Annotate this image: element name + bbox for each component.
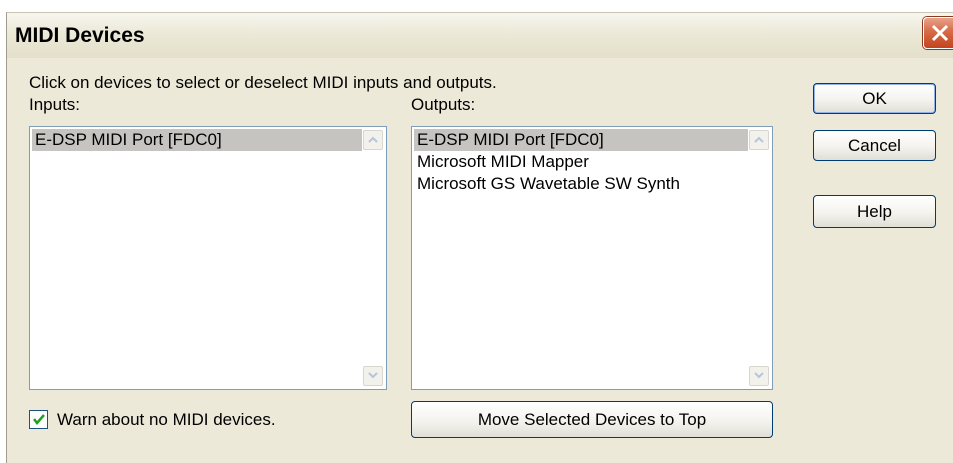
help-button[interactable]: Help [813, 195, 936, 228]
warn-checkbox-label: Warn about no MIDI devices. [57, 410, 276, 429]
close-button[interactable] [923, 17, 953, 49]
title-bar[interactable]: MIDI Devices [7, 13, 953, 58]
cancel-button[interactable]: Cancel [813, 130, 936, 161]
chevron-down-icon [368, 372, 378, 379]
outputs-scroll-up-button[interactable] [749, 130, 769, 150]
inputs-scroll-up-button[interactable] [363, 130, 383, 150]
move-selected-to-top-button[interactable]: Move Selected Devices to Top [411, 401, 773, 438]
checkmark-icon [33, 414, 45, 425]
chevron-up-icon [368, 136, 378, 143]
outputs-scroll-down-button[interactable] [749, 366, 769, 386]
midi-devices-dialog: MIDI Devices Click on devices to select … [6, 12, 953, 463]
inputs-listbox[interactable]: E-DSP MIDI Port [FDC0] [29, 126, 387, 390]
chevron-down-icon [754, 372, 764, 379]
outputs-listbox[interactable]: E-DSP MIDI Port [FDC0] Microsoft MIDI Ma… [411, 126, 773, 390]
close-x-icon [931, 24, 949, 42]
inputs-label: Inputs: [29, 95, 81, 114]
window-title: MIDI Devices [15, 24, 145, 47]
instruction-text: Click on devices to select or deselect M… [29, 73, 497, 92]
ok-button[interactable]: OK [813, 83, 936, 114]
output-item[interactable]: Microsoft MIDI Mapper [414, 151, 748, 173]
input-item[interactable]: E-DSP MIDI Port [FDC0] [32, 129, 362, 151]
output-item[interactable]: E-DSP MIDI Port [FDC0] [414, 129, 748, 151]
output-item[interactable]: Microsoft GS Wavetable SW Synth [414, 173, 748, 195]
outputs-label: Outputs: [411, 95, 476, 114]
chevron-up-icon [754, 136, 764, 143]
inputs-scroll-down-button[interactable] [363, 366, 383, 386]
warn-checkbox[interactable] [29, 410, 48, 429]
